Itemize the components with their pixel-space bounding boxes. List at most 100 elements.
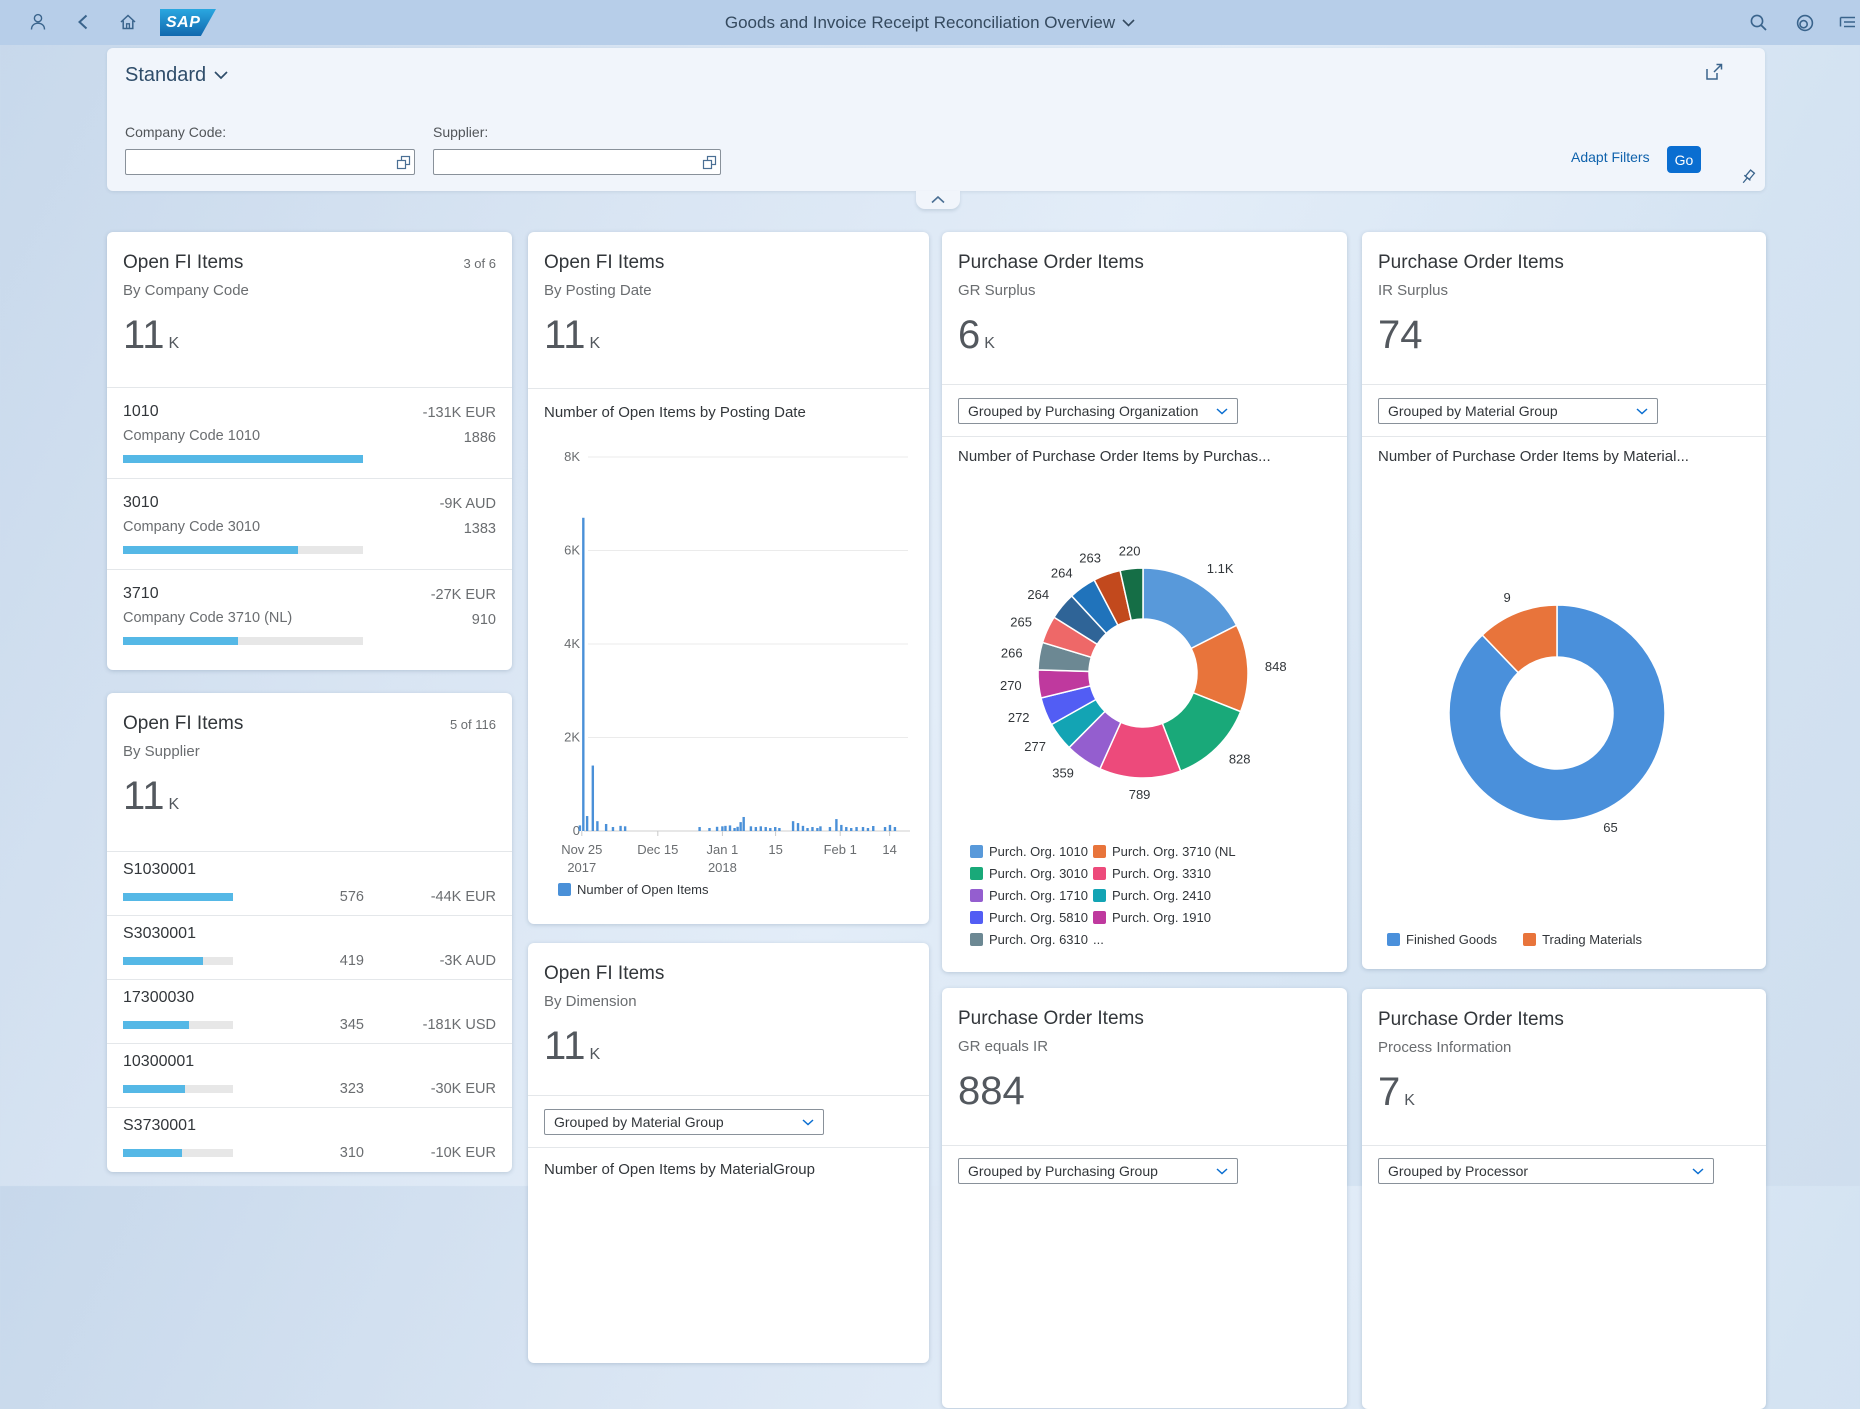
item-count: 419 bbox=[339, 953, 364, 969]
item-count: 1886 bbox=[463, 430, 496, 446]
bar bbox=[811, 827, 814, 831]
list-item[interactable]: S3730001 310 -10K EUR bbox=[107, 1107, 512, 1171]
variant-title: Standard bbox=[125, 64, 207, 86]
company-code-field[interactable] bbox=[125, 149, 415, 175]
overflow-icon[interactable] bbox=[1836, 12, 1858, 32]
svg-text:2018: 2018 bbox=[708, 860, 737, 875]
slice-label: 220 bbox=[1119, 544, 1141, 559]
item-code: S1030001 bbox=[123, 861, 196, 878]
bar bbox=[733, 828, 736, 831]
item-amount: -10K EUR bbox=[430, 1145, 496, 1161]
divider bbox=[528, 1095, 929, 1096]
card-purchase-order-items-ir-surplus[interactable]: Purchase Order Items IR Surplus 74 Group… bbox=[1362, 232, 1766, 969]
item-name: Company Code 1010 bbox=[123, 428, 261, 444]
item-code: 1010 bbox=[123, 403, 159, 420]
go-button[interactable]: Go bbox=[1667, 146, 1701, 173]
legend-item: Purch. Org. 3010 bbox=[970, 866, 1093, 881]
slice-label: 264 bbox=[1027, 587, 1049, 602]
bar bbox=[591, 765, 595, 831]
card-open-fi-items-by-company-code[interactable]: Open FI Items 3 of 6 By Company Code 11 K… bbox=[107, 232, 512, 670]
value-help-icon[interactable] bbox=[392, 155, 414, 170]
card-open-fi-items-by-posting-date[interactable]: Open FI Items By Posting Date 11 K Number… bbox=[528, 232, 929, 924]
grouped-by-select[interactable]: Grouped by Material Group bbox=[544, 1109, 824, 1135]
bar bbox=[819, 826, 822, 831]
progress-bar bbox=[123, 1085, 233, 1093]
card-title: Open FI Items bbox=[123, 713, 244, 734]
collapse-filter-button[interactable] bbox=[916, 191, 960, 209]
item-amount: -9K AUD bbox=[439, 496, 496, 512]
chevron-down-icon bbox=[1692, 1167, 1704, 1175]
item-amount: -131K EUR bbox=[422, 405, 496, 421]
value-help-icon[interactable] bbox=[698, 155, 720, 170]
supplier-input[interactable] bbox=[434, 154, 698, 170]
item-code: 10300001 bbox=[123, 1053, 195, 1070]
item-amount: -44K EUR bbox=[430, 889, 496, 905]
share-icon[interactable] bbox=[1704, 62, 1724, 87]
bar bbox=[835, 819, 838, 831]
chevron-down-icon bbox=[1122, 18, 1135, 27]
list-item[interactable]: 3010 Company Code 3010 -9K AUD 1383 bbox=[107, 478, 512, 569]
bar bbox=[724, 825, 727, 831]
svg-text:6K: 6K bbox=[564, 543, 580, 558]
adapt-filters-link[interactable]: Adapt Filters bbox=[1571, 149, 1650, 165]
legend-item: Purch. Org. 6310 bbox=[970, 932, 1093, 947]
item-amount: -3K AUD bbox=[439, 953, 496, 969]
pin-icon[interactable] bbox=[1739, 168, 1757, 191]
card-title: Purchase Order Items bbox=[1378, 1009, 1564, 1030]
grouped-by-select[interactable]: Grouped by Processor bbox=[1378, 1158, 1714, 1184]
list-item[interactable]: 3710 Company Code 3710 (NL) -27K EUR 910 bbox=[107, 569, 512, 660]
svg-text:14: 14 bbox=[882, 842, 896, 857]
card-counter: 3 of 6 bbox=[463, 256, 496, 271]
company-code-input[interactable] bbox=[126, 154, 392, 170]
list-item[interactable]: 1010 Company Code 1010 -131K EUR 1886 bbox=[107, 387, 512, 478]
bar bbox=[893, 827, 897, 831]
svg-text:15: 15 bbox=[768, 842, 782, 857]
copilot-icon[interactable] bbox=[1794, 12, 1816, 34]
ir-surplus-donut-chart: 65 9 bbox=[1448, 590, 1666, 835]
slice-label: 9 bbox=[1504, 590, 1511, 605]
list-item[interactable]: S1030001 576 -44K EUR bbox=[107, 851, 512, 915]
bar bbox=[769, 828, 772, 831]
bar bbox=[715, 826, 719, 831]
chevron-down-icon bbox=[1216, 1167, 1228, 1175]
chart-legend: Number of Open Items bbox=[558, 882, 709, 897]
legend-item: Purch. Org. 3710 (NL bbox=[1093, 844, 1236, 859]
legend-item: Purch. Org. 3310 bbox=[1093, 866, 1236, 881]
card-purchase-order-items-gr-equals-ir[interactable]: Purchase Order Items GR equals IR 884 Gr… bbox=[942, 988, 1347, 1408]
card-title: Open FI Items bbox=[123, 252, 244, 273]
chevron-down-icon bbox=[214, 71, 228, 80]
app-title-menu[interactable]: Goods and Invoice Receipt Reconciliation… bbox=[0, 0, 1860, 45]
list-item[interactable]: 10300001 323 -30K EUR bbox=[107, 1043, 512, 1107]
bar bbox=[866, 828, 870, 831]
app-title: Goods and Invoice Receipt Reconciliation… bbox=[724, 12, 1116, 32]
progress-bar bbox=[123, 455, 363, 463]
item-count: 323 bbox=[339, 1081, 364, 1097]
card-purchase-order-items-process-information[interactable]: Purchase Order Items Process Information… bbox=[1362, 989, 1766, 1409]
svg-text:8K: 8K bbox=[564, 449, 580, 464]
bar bbox=[759, 826, 762, 831]
legend-item: Trading Materials bbox=[1523, 932, 1642, 947]
variant-selector[interactable]: Standard bbox=[125, 64, 228, 87]
grouped-by-select[interactable]: Grouped by Purchasing Group bbox=[958, 1158, 1238, 1184]
bar bbox=[578, 825, 582, 831]
card-subtitle: Process Information bbox=[1378, 1039, 1512, 1056]
card-open-fi-items-by-dimension[interactable]: Open FI Items By Dimension 11 K Grouped b… bbox=[528, 943, 929, 1363]
list-item[interactable]: 17300030 345 -181K USD bbox=[107, 979, 512, 1043]
card-open-fi-items-by-supplier[interactable]: Open FI Items 5 of 116 By Supplier 11 K S… bbox=[107, 693, 512, 1172]
card-purchase-order-items-gr-surplus[interactable]: Purchase Order Items GR Surplus 6K Group… bbox=[942, 232, 1347, 972]
progress-bar bbox=[123, 1021, 233, 1029]
search-icon[interactable] bbox=[1748, 12, 1769, 33]
bar bbox=[736, 826, 739, 831]
card-title: Purchase Order Items bbox=[958, 1008, 1144, 1029]
bar bbox=[845, 827, 848, 831]
item-count: 576 bbox=[339, 889, 364, 905]
legend-item: Purch. Org. 1710 bbox=[970, 888, 1093, 903]
card-subtitle: By Company Code bbox=[123, 282, 249, 299]
bar bbox=[828, 827, 832, 831]
supplier-field[interactable] bbox=[433, 149, 721, 175]
chevron-up-icon bbox=[931, 196, 945, 204]
card-counter: 5 of 116 bbox=[449, 717, 496, 732]
list-item[interactable]: S3030001 419 -3K AUD bbox=[107, 915, 512, 979]
legend-item: Finished Goods bbox=[1387, 932, 1497, 947]
legend-item: ... bbox=[1093, 932, 1104, 947]
